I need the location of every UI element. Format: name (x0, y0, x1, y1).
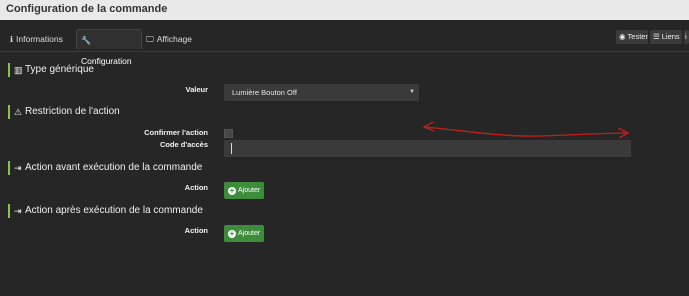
red-annotation-arrow (422, 121, 630, 139)
